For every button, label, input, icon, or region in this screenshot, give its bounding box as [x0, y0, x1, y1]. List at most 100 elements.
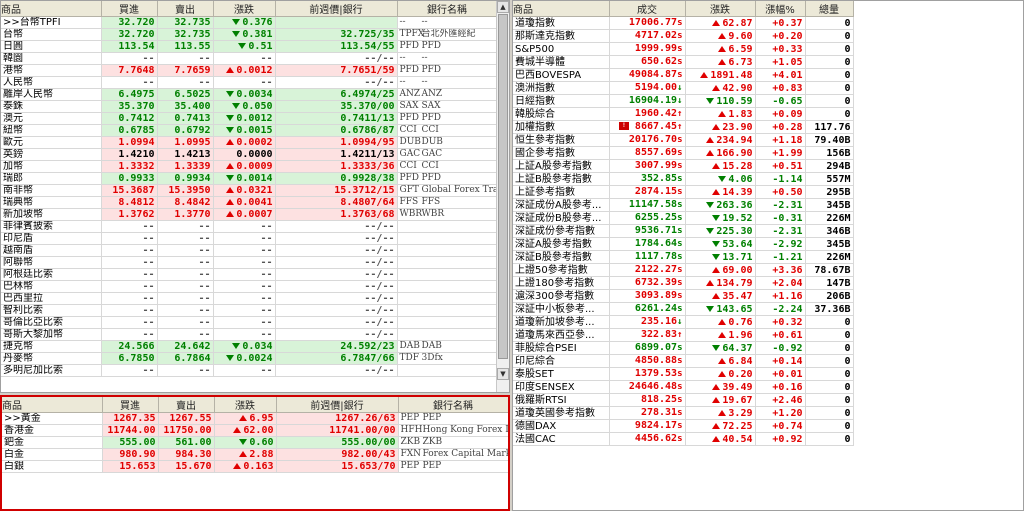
table-row[interactable]: 道瓊馬來西亞參... 322.83↑ 1.96 +0.61 0: [513, 328, 854, 342]
instrument-name[interactable]: 哥倫比亞比索: [1, 316, 102, 329]
table-row[interactable]: 澳洲指數 5194.00↓ 42.90 +0.83 0: [513, 81, 854, 95]
instrument-name[interactable]: 澳元: [1, 112, 102, 125]
table-row[interactable]: 哥倫比亞比索 -- -- -- --/--: [1, 316, 498, 329]
scroll-down-icon[interactable]: ▼: [497, 368, 509, 380]
instrument-name[interactable]: 多明尼加比索: [1, 364, 102, 377]
column-header[interactable]: 前週價|銀行: [276, 397, 399, 413]
index-name[interactable]: 法國CAC: [513, 432, 610, 446]
table-row[interactable]: 上証B股參考指數 352.85s 4.06 -1.14 557M: [513, 172, 854, 186]
table-row[interactable]: 德國DAX 9824.17s 72.25 +0.74 0: [513, 419, 854, 433]
instrument-name[interactable]: 越南盾: [1, 244, 102, 257]
table-row[interactable]: 離岸人民幣 6.4975 6.5025 0.0034 6.4974/25 ANZANZ: [1, 88, 498, 101]
table-row[interactable]: 智利比索 -- -- -- --/--: [1, 304, 498, 317]
table-row[interactable]: 俄羅斯RTSI 818.25s 19.67 +2.46 0: [513, 393, 854, 407]
instrument-name[interactable]: 人民幣: [1, 76, 102, 89]
index-name[interactable]: 滬深300參考指數: [513, 289, 610, 303]
table-row[interactable]: 菲股綜合PSEI 6899.07s 64.37 -0.92 0: [513, 341, 854, 355]
table-row[interactable]: 滬深300參考指數 3093.89s 35.47 +1.16 206B: [513, 289, 854, 303]
index-name[interactable]: 深証B股參考指數: [513, 250, 610, 264]
column-header[interactable]: 商品: [1, 1, 102, 17]
column-header[interactable]: 商品: [513, 1, 610, 17]
instrument-name[interactable]: 英鎊: [1, 148, 102, 161]
instrument-name[interactable]: 哥斯大黎加幣: [1, 328, 102, 341]
table-row[interactable]: S&P500 1999.99s 6.59 +0.33 0: [513, 42, 854, 56]
table-row[interactable]: 道瓊指數 17006.77s 62.87 +0.37 0: [513, 16, 854, 30]
table-row[interactable]: 深証成份B股參考... 6255.25s 19.52 -0.31 226M: [513, 211, 854, 225]
index-name[interactable]: 俄羅斯RTSI: [513, 393, 610, 407]
index-name[interactable]: 印度SENSEX: [513, 380, 610, 394]
column-header[interactable]: 買進: [102, 397, 159, 413]
table-row[interactable]: 阿聯幣 -- -- -- --/--: [1, 256, 498, 269]
index-name[interactable]: 道瓊英國參考指數: [513, 406, 610, 420]
table-row[interactable]: 道瓊新加坡參考... 235.16↓ 0.76 +0.32 0: [513, 315, 854, 329]
instrument-name[interactable]: 紐幣: [1, 124, 102, 137]
table-row[interactable]: 上証參考指數 2874.15s 14.39 +0.50 295B: [513, 185, 854, 199]
index-name[interactable]: 韓股綜合: [513, 107, 610, 121]
index-name[interactable]: S&P500: [513, 42, 610, 56]
table-row[interactable]: 捷克幣 24.566 24.642 0.034 24.592/23 DAB DAB: [1, 340, 498, 353]
table-row[interactable]: 阿根廷比索 -- -- -- --/--: [1, 268, 498, 281]
table-row[interactable]: 深証成份參考指數 9536.71s 225.30 -2.31 346B: [513, 224, 854, 238]
instrument-name[interactable]: 新加坡幣: [1, 208, 102, 221]
index-name[interactable]: 道瓊指數: [513, 16, 610, 30]
instrument-name[interactable]: 南非幣: [1, 184, 102, 197]
instrument-name[interactable]: 阿聯幣: [1, 256, 102, 269]
instrument-name[interactable]: 白金: [2, 448, 103, 461]
table-row[interactable]: 菲律賓披索 -- -- -- --/--: [1, 220, 498, 233]
table-row[interactable]: 日圓 113.54 113.55 0.51 113.54/55 PFD PFD: [1, 40, 498, 53]
index-name[interactable]: 加權指數: [513, 120, 610, 134]
index-name[interactable]: 巴西BOVESPA: [513, 68, 610, 82]
instrument-name[interactable]: 韓圜: [1, 52, 102, 65]
table-row[interactable]: 多明尼加比索 -- -- -- --/--: [1, 364, 498, 377]
column-header[interactable]: 賣出: [158, 397, 215, 413]
table-row[interactable]: 道瓊英國參考指數 278.31s 3.29 +1.20 0: [513, 406, 854, 420]
fx-vertical-scrollbar[interactable]: ▲ ▼: [496, 1, 509, 392]
table-row[interactable]: 日經指數 16904.19↓ 110.59 -0.65 0: [513, 94, 854, 108]
table-row[interactable]: 上証A股參考指數 3007.99s 15.28 +0.51 294B: [513, 159, 854, 173]
index-name[interactable]: 那斯達克指數: [513, 29, 610, 43]
table-row[interactable]: 白金 980.90 984.30 2.88 982.00/43 FXNForex Capi…: [2, 448, 508, 461]
instrument-name[interactable]: 白銀: [2, 460, 103, 473]
instrument-name[interactable]: 泰銖: [1, 100, 102, 113]
instrument-name[interactable]: 菲律賓披索: [1, 220, 102, 233]
table-row[interactable]: 印尼盾 -- -- -- --/--: [1, 232, 498, 245]
index-name[interactable]: 上証B股參考指數: [513, 172, 610, 186]
instrument-name[interactable]: 香港金: [2, 424, 103, 437]
index-name[interactable]: 深証中小板參考...: [513, 302, 610, 316]
table-row[interactable]: 哥斯大黎加幣 -- -- -- --/--: [1, 328, 498, 341]
index-name[interactable]: 上証參考指數: [513, 185, 610, 199]
table-row[interactable]: 南非幣 15.3687 15.3950 0.0321 15.3712/15 GFT Glob…: [1, 184, 498, 197]
instrument-name[interactable]: >>黃金: [2, 412, 103, 425]
table-row[interactable]: 深証A股參考指數 1784.64s 53.64 -2.92 345B: [513, 237, 854, 251]
table-row[interactable]: 印度SENSEX 24646.48s 39.49 +0.16 0: [513, 380, 854, 394]
table-row[interactable]: 韓股綜合 1960.42↑ 1.83 +0.09 0: [513, 107, 854, 121]
instrument-name[interactable]: 瑞典幣: [1, 196, 102, 209]
indices-quote-panel[interactable]: 商品 成交 漲跌 漲幅% 總量 道瓊指數 17006.77s 62.87 +0.37 0…: [512, 0, 1024, 511]
column-header[interactable]: 賣出: [157, 1, 214, 17]
instrument-name[interactable]: 智利比索: [1, 304, 102, 317]
index-name[interactable]: 日經指數: [513, 94, 610, 108]
index-name[interactable]: 恒生參考指數: [513, 133, 610, 147]
table-row[interactable]: 港幣 7.7648 7.7659 0.0012 7.7651/59 PFD PFD: [1, 64, 498, 77]
instrument-name[interactable]: 日圓: [1, 40, 102, 53]
table-row[interactable]: >>台幣TPFI 32.720 32.735 0.376 -- --: [1, 16, 498, 29]
table-row[interactable]: 上證180參考指數 6732.39s 134.79 +2.04 147B: [513, 276, 854, 290]
index-name[interactable]: 深証A股參考指數: [513, 237, 610, 251]
table-row[interactable]: 深証成份A股參考... 11147.58s 263.36 -2.31 345B: [513, 198, 854, 212]
index-name[interactable]: 國企參考指數: [513, 146, 610, 160]
table-row[interactable]: 法國CAC 4456.62s 40.54 +0.92 0: [513, 432, 854, 446]
table-row[interactable]: 韓圜 -- -- -- --/-- -- --: [1, 52, 498, 65]
index-name[interactable]: 菲股綜合PSEI: [513, 341, 610, 355]
table-row[interactable]: 英鎊 1.4210 1.4213 0.0000 1.4211/13 GACGAC: [1, 148, 498, 161]
table-row[interactable]: 越南盾 -- -- -- --/--: [1, 244, 498, 257]
table-row[interactable]: 香港金 11744.00 11750.00 62.00 11741.00/00 HFHHo…: [2, 424, 508, 437]
table-row[interactable]: 深証B股參考指數 1117.78s 13.71 -1.21 226M: [513, 250, 854, 264]
instrument-name[interactable]: 捷克幣: [1, 340, 102, 353]
instrument-name[interactable]: 丹麥幣: [1, 352, 102, 365]
instrument-name[interactable]: 印尼盾: [1, 232, 102, 245]
fx-quote-panel[interactable]: 商品 買進 賣出 漲跌 前週價|銀行 銀行名稱 >>台幣TPFI 32.720 32…: [0, 0, 510, 393]
index-name[interactable]: 深証成份A股參考...: [513, 198, 610, 212]
instrument-name[interactable]: 巴西里拉: [1, 292, 102, 305]
column-header[interactable]: 銀行名稱: [397, 1, 498, 17]
table-row[interactable]: 巴西BOVESPA 49084.87s 1891.48 +4.01 0: [513, 68, 854, 82]
